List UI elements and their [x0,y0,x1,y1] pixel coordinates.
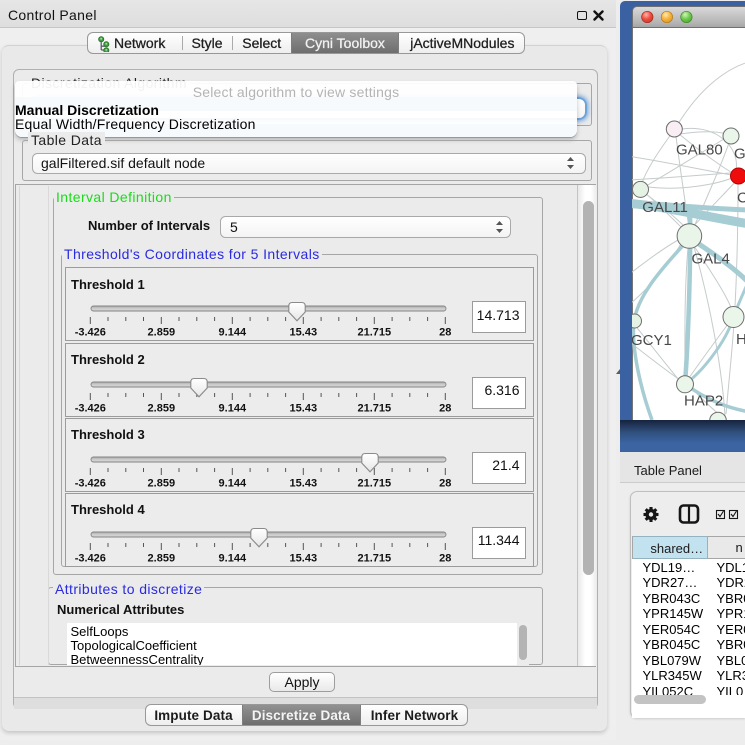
svg-text:GA: GA [734,146,745,163]
svg-text:GCY1: GCY1 [632,332,672,349]
svg-text:GAL80: GAL80 [676,142,723,159]
svg-text:CY: CY [737,190,745,207]
svg-text:H: H [736,331,745,348]
svg-text:HAP2: HAP2 [684,393,723,410]
svg-text:GAL4: GAL4 [692,251,730,268]
svg-text:GAL11: GAL11 [642,199,688,216]
